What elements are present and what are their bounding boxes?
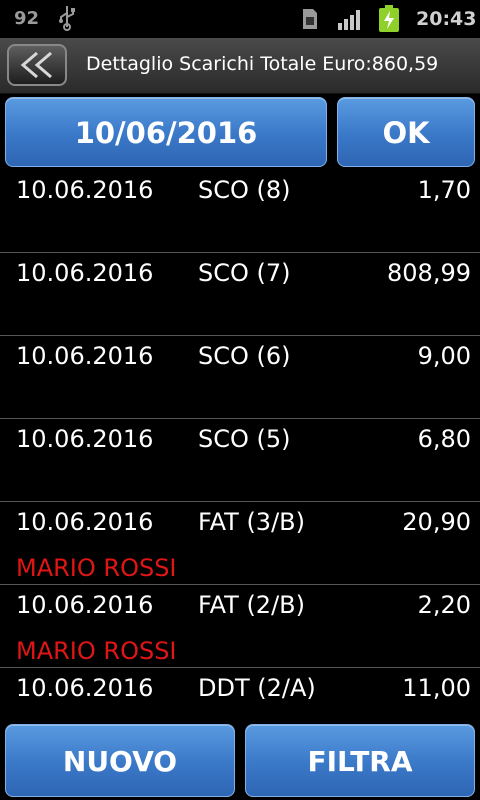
row-amount: 808,99 — [387, 259, 471, 287]
row-date: 10.06.2016 — [16, 674, 154, 702]
battery-charging-icon — [379, 5, 399, 32]
row-document: SCO (8) — [198, 176, 291, 204]
list-item[interactable]: 10.06.2016 DDT (2/A) 11,00 — [0, 668, 480, 718]
back-chevron-icon — [20, 51, 52, 79]
list-item[interactable]: 10.06.2016 FAT (3/B) 20,90 MARIO ROSSI — [0, 502, 480, 585]
row-date: 10.06.2016 — [16, 508, 154, 536]
row-amount: 1,70 — [417, 176, 471, 204]
list-item[interactable]: 10.06.2016 FAT (2/B) 2,20 MARIO ROSSI — [0, 585, 480, 668]
filter-button[interactable]: FILTRA — [245, 724, 475, 797]
list-item[interactable]: 10.06.2016 SCO (5) 6,80 — [0, 419, 480, 502]
row-document: SCO (7) — [198, 259, 291, 287]
row-customer-name: MARIO ROSSI — [16, 554, 177, 582]
list-item[interactable]: 10.06.2016 SCO (7) 808,99 — [0, 253, 480, 336]
unload-list: 10.06.2016 SCO (8) 1,70 10.06.2016 SCO (… — [0, 170, 480, 718]
list-item[interactable]: 10.06.2016 SCO (8) 1,70 — [0, 170, 480, 253]
row-date: 10.06.2016 — [16, 425, 154, 453]
row-amount: 9,00 — [417, 342, 471, 370]
back-button[interactable] — [7, 44, 67, 86]
row-amount: 11,00 — [402, 674, 471, 702]
row-document: FAT (2/B) — [198, 591, 305, 619]
signal-icon — [338, 10, 360, 30]
row-amount: 2,20 — [417, 591, 471, 619]
status-bar: 92 20:43 — [0, 0, 480, 38]
clock: 20:43 — [416, 8, 477, 30]
row-document: SCO (6) — [198, 342, 291, 370]
date-picker-button[interactable]: 10/06/2016 — [5, 97, 327, 167]
row-amount: 6,80 — [417, 425, 471, 453]
notification-count: 92 — [14, 8, 40, 29]
new-button[interactable]: NUOVO — [5, 724, 235, 797]
ok-button[interactable]: OK — [337, 97, 475, 167]
row-document: SCO (5) — [198, 425, 291, 453]
page-title: Dettaglio Scarichi Totale Euro:860,59 — [86, 53, 439, 75]
row-customer-name: MARIO ROSSI — [16, 637, 177, 665]
row-date: 10.06.2016 — [16, 259, 154, 287]
list-item[interactable]: 10.06.2016 SCO (6) 9,00 — [0, 336, 480, 419]
title-bar: Dettaglio Scarichi Totale Euro:860,59 — [0, 38, 480, 94]
usb-icon — [59, 6, 75, 31]
row-date: 10.06.2016 — [16, 342, 154, 370]
row-amount: 20,90 — [402, 508, 471, 536]
row-date: 10.06.2016 — [16, 591, 154, 619]
row-date: 10.06.2016 — [16, 176, 154, 204]
row-document: DDT (2/A) — [198, 674, 316, 702]
row-document: FAT (3/B) — [198, 508, 305, 536]
sim-icon — [303, 9, 317, 29]
